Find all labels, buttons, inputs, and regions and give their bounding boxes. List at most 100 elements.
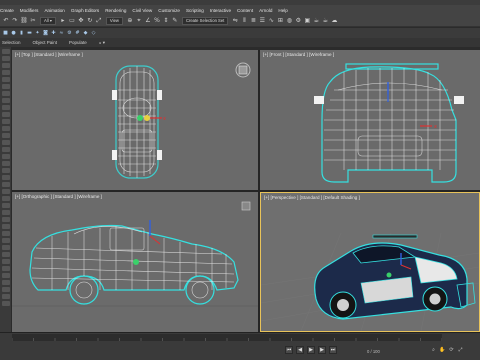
strip-button[interactable] — [1, 161, 10, 166]
mirror-icon[interactable]: ⇋ — [231, 17, 239, 25]
strip-button[interactable] — [1, 273, 10, 278]
strip-button[interactable] — [1, 133, 10, 138]
scene-explorer-icon[interactable]: ☰ — [258, 17, 266, 25]
compound-icon[interactable]: ◇ — [90, 30, 97, 37]
strip-button[interactable] — [1, 224, 10, 229]
schematic-icon[interactable]: ⊞ — [276, 17, 284, 25]
strip-button[interactable] — [1, 147, 10, 152]
maximize-icon[interactable]: ⤢ — [457, 346, 464, 353]
strip-button[interactable] — [1, 77, 10, 82]
strip-button[interactable] — [1, 182, 10, 187]
menu-customize[interactable]: Customize — [158, 8, 180, 13]
prev-frame-icon[interactable]: ◀ — [296, 346, 304, 354]
goto-start-icon[interactable]: ⏮ — [285, 346, 293, 354]
space-warp-icon[interactable]: ≈ — [58, 30, 65, 37]
timeline-slider[interactable] — [12, 334, 442, 341]
teapot-icon[interactable]: ☕ — [321, 17, 329, 25]
cube-icon[interactable]: ■ — [2, 30, 9, 37]
scale-icon[interactable]: ⤢ — [95, 17, 103, 25]
snap-icon[interactable]: ⌖ — [135, 17, 143, 25]
pan-icon[interactable]: ✋ — [439, 346, 446, 353]
render-cloud-icon[interactable]: ☁ — [330, 17, 338, 25]
menu-rendering[interactable]: Rendering — [105, 8, 126, 13]
strip-button[interactable] — [1, 189, 10, 194]
viewport-front-label[interactable]: [+] [Front ] [Standard ] [Wireframe ] — [263, 52, 334, 57]
menu-modifiers[interactable]: Modifiers — [20, 8, 39, 13]
undo-icon[interactable]: ↶ — [2, 17, 10, 25]
select-icon[interactable]: ▸ — [59, 17, 67, 25]
plane-icon[interactable]: ▬ — [26, 30, 33, 37]
pivot-icon[interactable]: ⊕ — [126, 17, 134, 25]
percent-snap-icon[interactable]: % — [153, 17, 161, 25]
viewcube-ortho[interactable] — [241, 201, 251, 211]
strip-button[interactable] — [1, 70, 10, 75]
strip-button[interactable] — [1, 91, 10, 96]
menu-help[interactable]: Help — [278, 8, 287, 13]
goto-end-icon[interactable]: ⏭ — [329, 346, 337, 354]
viewport-top[interactable]: [+] [Top ] [Standard ] [Wireframe ] x — [12, 50, 258, 190]
menu-create[interactable]: Create — [0, 8, 14, 13]
strip-button[interactable] — [1, 49, 10, 54]
helper-icon[interactable]: ✚ — [50, 30, 57, 37]
strip-button[interactable] — [1, 294, 10, 299]
shape-icon[interactable]: ◆ — [82, 30, 89, 37]
menu-interactive[interactable]: Interactive — [210, 8, 231, 13]
link-icon[interactable]: ⛓ — [20, 17, 28, 25]
strip-button[interactable] — [1, 112, 10, 117]
redo-icon[interactable]: ↷ — [11, 17, 19, 25]
strip-button[interactable] — [1, 259, 10, 264]
play-icon[interactable]: ▶ — [307, 346, 315, 354]
render-icon[interactable]: ☕ — [312, 17, 320, 25]
strip-button[interactable] — [1, 301, 10, 306]
strip-button[interactable] — [1, 98, 10, 103]
viewport-ortho-label[interactable]: [+] [Orthographic ] [Standard ] [Wirefra… — [15, 194, 102, 199]
ribbon-tab-selection[interactable]: Selection — [2, 40, 21, 45]
menu-scripting[interactable]: Scripting — [186, 8, 204, 13]
curve-editor-icon[interactable]: ∿ — [267, 17, 275, 25]
strip-button[interactable] — [1, 196, 10, 201]
menu-civil-view[interactable]: Civil View — [132, 8, 152, 13]
grid-icon[interactable]: # — [74, 30, 81, 37]
ribbon-toggle-icon[interactable]: ◒ ▾ — [99, 40, 105, 46]
strip-button[interactable] — [1, 168, 10, 173]
unlink-icon[interactable]: ✂ — [29, 17, 37, 25]
light-icon[interactable]: ✦ — [34, 30, 41, 37]
menu-graph-editors[interactable]: Graph Editors — [71, 8, 99, 13]
strip-button[interactable] — [1, 175, 10, 180]
render-setup-icon[interactable]: ⚙ — [294, 17, 302, 25]
strip-button[interactable] — [1, 280, 10, 285]
cylinder-icon[interactable]: ▮ — [18, 30, 25, 37]
sphere-icon[interactable]: ● — [10, 30, 17, 37]
ribbon-tab-object-paint[interactable]: Object Paint — [33, 40, 58, 45]
strip-button[interactable] — [1, 287, 10, 292]
camera-icon[interactable]: ◙ — [42, 30, 49, 37]
strip-button[interactable] — [1, 217, 10, 222]
next-frame-icon[interactable]: ▶ — [318, 346, 326, 354]
strip-button[interactable] — [1, 119, 10, 124]
strip-button[interactable] — [1, 266, 10, 271]
edit-named-icon[interactable]: ✎ — [171, 17, 179, 25]
strip-button[interactable] — [1, 126, 10, 131]
strip-button[interactable] — [1, 84, 10, 89]
menu-content[interactable]: Content — [237, 8, 253, 13]
strip-button[interactable] — [1, 140, 10, 145]
strip-button[interactable] — [1, 210, 10, 215]
filter-dropdown[interactable]: All ▾ — [40, 16, 56, 25]
strip-button[interactable] — [1, 105, 10, 110]
viewport-orthographic[interactable]: [+] [Orthographic ] [Standard ] [Wirefra… — [12, 192, 258, 332]
selection-set-dropdown[interactable]: Create Selection Set — [181, 16, 229, 25]
view-dropdown[interactable]: View — [105, 16, 123, 25]
menu-arnold[interactable]: Arnold — [259, 8, 272, 13]
render-frame-icon[interactable]: ▣ — [303, 17, 311, 25]
rotate-icon[interactable]: ↻ — [86, 17, 94, 25]
strip-button[interactable] — [1, 56, 10, 61]
orbit-icon[interactable]: ⟳ — [448, 346, 455, 353]
viewport-top-label[interactable]: [+] [Top ] [Standard ] [Wireframe ] — [15, 52, 83, 57]
layer-icon[interactable]: ≣ — [249, 17, 257, 25]
strip-button[interactable] — [1, 238, 10, 243]
strip-button[interactable] — [1, 252, 10, 257]
align-icon[interactable]: ⫴ — [240, 17, 248, 25]
viewport-perspective[interactable]: [+] [Perspective ] [Standard ] [Default … — [260, 192, 480, 332]
move-icon[interactable]: ✥ — [77, 17, 85, 25]
angle-snap-icon[interactable]: ∠ — [144, 17, 152, 25]
